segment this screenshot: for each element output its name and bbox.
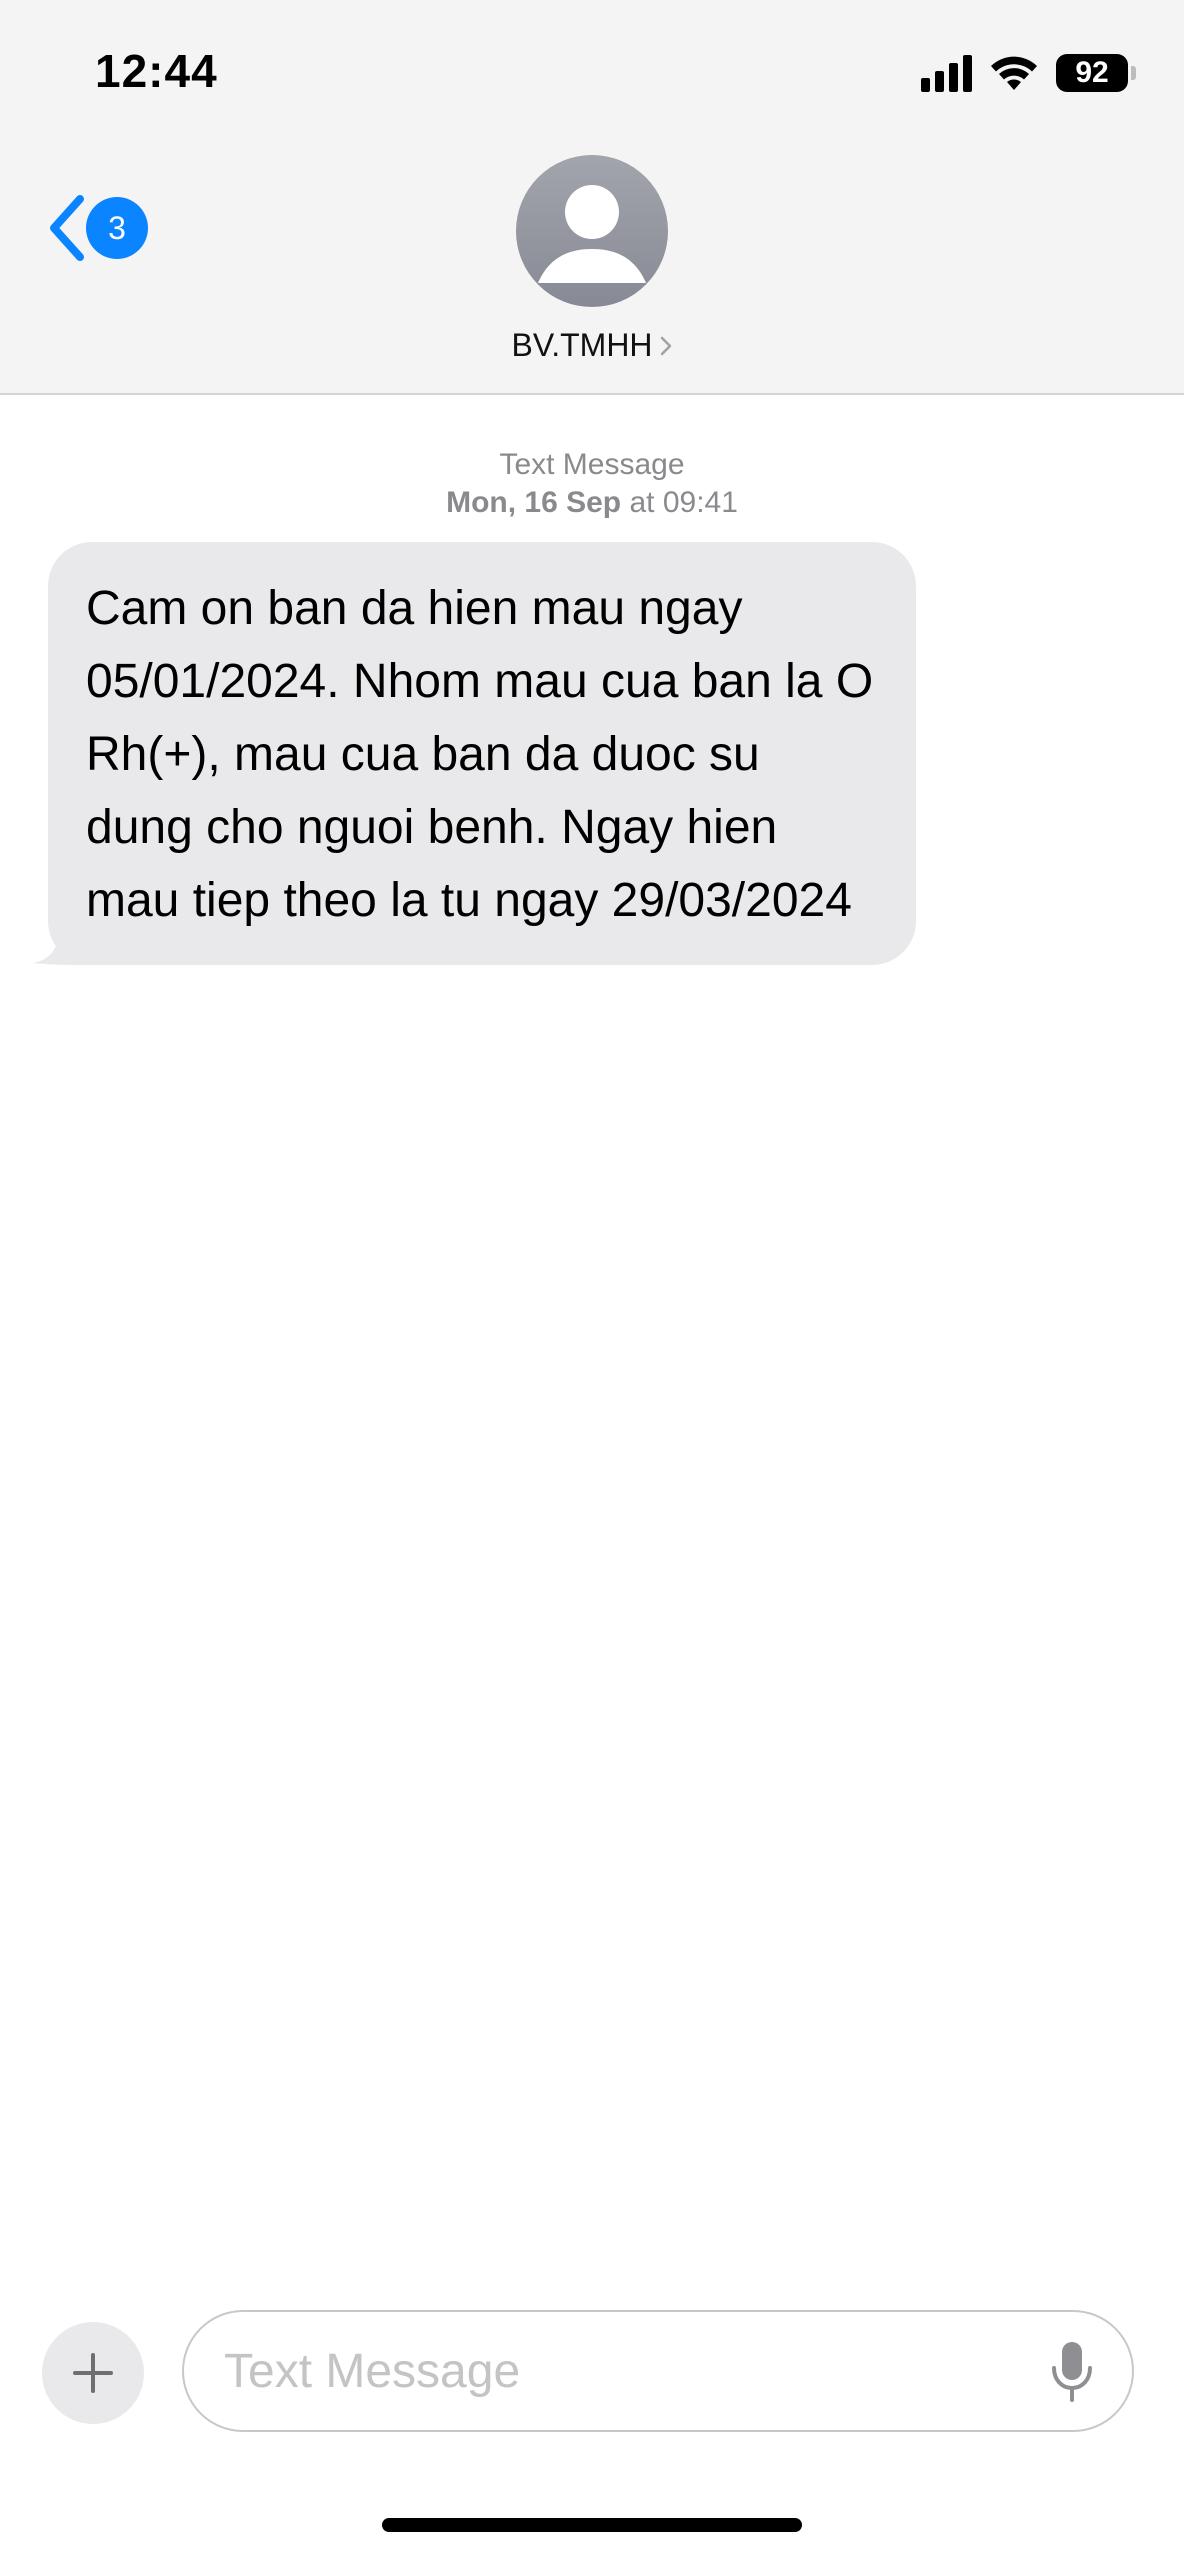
- battery-icon: 92: [1056, 54, 1136, 92]
- message-date: Mon, 16 Sep at 09:41: [0, 484, 1184, 522]
- message-date-time: at 09:41: [629, 486, 738, 519]
- wifi-icon: [991, 56, 1037, 90]
- signal-icon: [921, 54, 972, 92]
- status-time: 12:44: [95, 45, 218, 97]
- incoming-message-bubble[interactable]: Cam on ban da hien mau ngay 05/01/2024. …: [48, 542, 916, 965]
- person-icon: [538, 185, 646, 283]
- contact-name: BV.TMHH: [511, 327, 653, 363]
- chevron-right-icon: [660, 336, 671, 355]
- contact-info-button[interactable]: BV.TMHH: [0, 155, 1184, 364]
- home-indicator[interactable]: [382, 2518, 802, 2532]
- message-input-placeholder: Text Message: [224, 2344, 521, 2398]
- microphone-icon[interactable]: [1048, 2340, 1096, 2406]
- plus-icon: [73, 2353, 113, 2393]
- conversation-header: 12:44 92 3 BV.TMHH: [0, 0, 1184, 395]
- message-timestamp: Text Message Mon, 16 Sep at 09:41: [0, 446, 1184, 522]
- avatar: [516, 155, 668, 307]
- message-row: Cam on ban da hien mau ngay 05/01/2024. …: [32, 542, 916, 965]
- battery-level: 92: [1075, 56, 1109, 89]
- contact-name-row: BV.TMHH: [511, 327, 672, 364]
- status-icons: 92: [921, 50, 1136, 96]
- add-attachment-button[interactable]: [42, 2322, 144, 2424]
- message-date-day: Mon, 16 Sep: [446, 486, 622, 519]
- message-input[interactable]: Text Message: [182, 2310, 1134, 2432]
- message-service-label: Text Message: [499, 448, 685, 481]
